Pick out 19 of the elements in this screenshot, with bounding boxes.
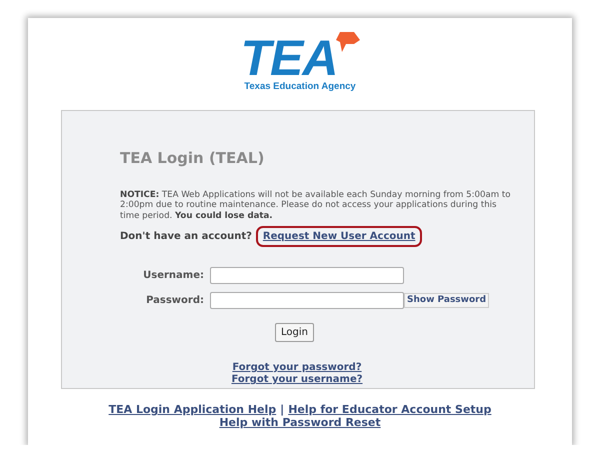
field-label: Username: xyxy=(142,268,205,283)
username-field[interactable] xyxy=(210,266,404,284)
logo-tagline: Texas Education Agency xyxy=(244,80,356,94)
login-button[interactable]: Login xyxy=(275,322,314,342)
request-account-link[interactable]: Request New User Account xyxy=(256,226,422,247)
help-link[interactable]: Help for Educator Account Setup xyxy=(288,403,492,416)
help-link[interactable]: TEA Login Application Help xyxy=(108,403,276,416)
notice-text: NOTICE: TEA Web Applications will not be available each Sunday morning from 5:00am to 2:00pm due to routine maintenance. Please do not access your applications during this time period. You could lose data. xyxy=(120,190,512,222)
field-label: Password: xyxy=(145,294,205,308)
forgot-link[interactable]: Forgot your username? xyxy=(231,374,363,386)
forgot-link[interactable]: Forgot your password? xyxy=(232,362,362,374)
link-separator: | xyxy=(280,403,284,416)
show-password-button[interactable]: Show Password xyxy=(404,292,490,308)
login-title: TEA Login (TEAL) xyxy=(120,148,266,170)
logo-wordmark: TEA xyxy=(240,36,338,80)
help-link[interactable]: Help with Password Reset xyxy=(219,416,381,430)
mortarboard-icon xyxy=(336,32,360,52)
account-prompt: Don't have an account? xyxy=(120,230,252,244)
password-field[interactable] xyxy=(210,292,404,309)
